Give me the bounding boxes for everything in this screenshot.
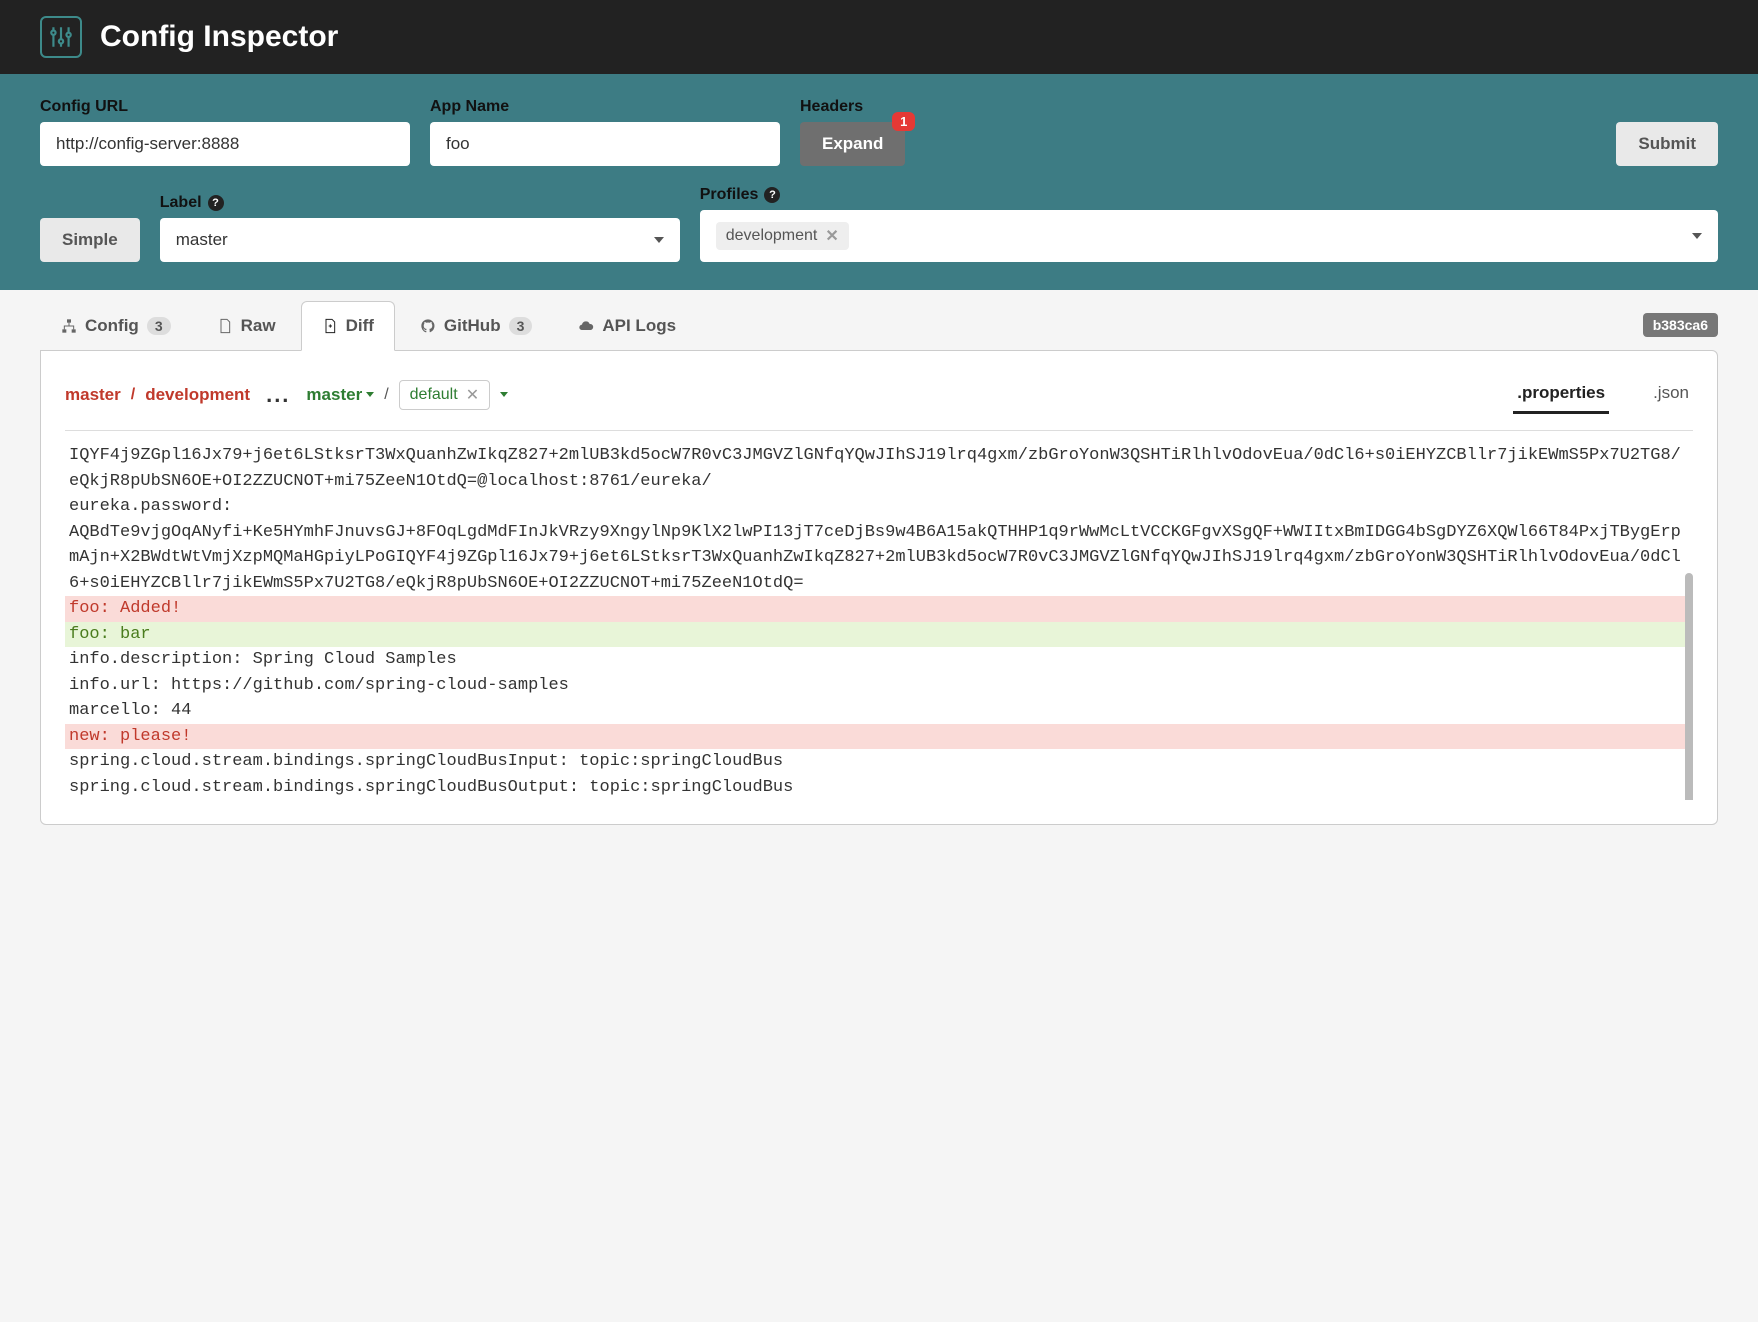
file-diff-icon bbox=[322, 318, 338, 334]
app-name-label: App Name bbox=[430, 98, 780, 116]
label-select[interactable]: master bbox=[160, 218, 680, 262]
submit-button[interactable]: Submit bbox=[1616, 122, 1718, 166]
right-label-dropdown[interactable]: master bbox=[306, 385, 374, 405]
tab-github[interactable]: GitHub 3 bbox=[399, 300, 553, 350]
format-tab-properties[interactable]: .properties bbox=[1513, 375, 1609, 414]
commit-badge[interactable]: b383ca6 bbox=[1643, 313, 1718, 337]
help-icon[interactable]: ? bbox=[208, 195, 224, 211]
app-header: Config Inspector bbox=[0, 0, 1758, 74]
tab-raw[interactable]: Raw bbox=[196, 300, 297, 350]
config-url-label: Config URL bbox=[40, 98, 410, 116]
headers-count-badge: 1 bbox=[892, 112, 915, 131]
headers-label: Headers bbox=[800, 98, 905, 116]
format-tab-json[interactable]: .json bbox=[1649, 375, 1693, 414]
diff-line: info.description: Spring Cloud Samples bbox=[65, 647, 1693, 673]
label-field-label: Label ? bbox=[160, 194, 680, 212]
diff-line: foo: bar bbox=[65, 622, 1693, 648]
diff-dots: ... bbox=[260, 382, 296, 408]
profiles-label: Profiles ? bbox=[700, 186, 1718, 204]
diff-line: AQBdTe9vjgOqANyfi+Ke5HYmhFJnuvsGJ+8FOqLg… bbox=[65, 520, 1693, 597]
slash-sep: / bbox=[131, 386, 135, 404]
sitemap-icon bbox=[61, 318, 77, 334]
form-bar: Config URL App Name Headers Expand 1 Sub… bbox=[0, 74, 1758, 290]
tab-diff[interactable]: Diff bbox=[301, 301, 395, 351]
remove-profile-icon[interactable]: ✕ bbox=[825, 226, 838, 246]
left-profile[interactable]: development bbox=[145, 385, 250, 405]
profiles-select[interactable]: development ✕ bbox=[700, 210, 1718, 262]
app-logo-icon bbox=[40, 16, 82, 58]
simple-button[interactable]: Simple bbox=[40, 218, 140, 262]
diff-line: eureka.password: bbox=[65, 494, 1693, 520]
diff-line: foo: Added! bbox=[65, 596, 1693, 622]
diff-line: spring.cloud.stream.bindings.springCloud… bbox=[65, 775, 1693, 801]
config-count-badge: 3 bbox=[147, 317, 171, 335]
github-icon bbox=[420, 318, 436, 334]
chevron-down-icon bbox=[654, 237, 664, 243]
github-count-badge: 3 bbox=[509, 317, 533, 335]
file-icon bbox=[217, 318, 233, 334]
diff-line: IQYF4j9ZGpl16Jx79+j6et6LStksrT3WxQuanhZw… bbox=[65, 443, 1693, 494]
diff-toolbar: master / development ... master / defaul… bbox=[65, 375, 1693, 431]
diff-line: spring.cloud.stream.bindings.springCloud… bbox=[65, 749, 1693, 775]
cloud-icon bbox=[578, 318, 594, 334]
headers-expand-button[interactable]: Expand bbox=[800, 122, 905, 166]
config-url-input[interactable] bbox=[40, 122, 410, 166]
chevron-down-icon bbox=[366, 392, 374, 397]
diff-body[interactable]: IQYF4j9ZGpl16Jx79+j6et6LStksrT3WxQuanhZw… bbox=[65, 443, 1693, 800]
tab-apilogs[interactable]: API Logs bbox=[557, 300, 697, 350]
right-profile-tag: default ✕ bbox=[399, 380, 490, 410]
diff-line: new: please! bbox=[65, 724, 1693, 750]
diff-line: marcello: 44 bbox=[65, 698, 1693, 724]
main-tabs: Config 3 Raw Diff GitHub 3 API Logs bbox=[40, 300, 697, 350]
diff-line: info.url: https://github.com/spring-clou… bbox=[65, 673, 1693, 699]
chevron-down-icon bbox=[1692, 233, 1702, 239]
help-icon[interactable]: ? bbox=[764, 187, 780, 203]
remove-right-profile-icon[interactable]: ✕ bbox=[466, 385, 479, 405]
chevron-down-icon[interactable] bbox=[500, 392, 508, 397]
profile-tag: development ✕ bbox=[716, 222, 849, 250]
scrollbar-thumb[interactable] bbox=[1685, 573, 1693, 800]
app-name-input[interactable] bbox=[430, 122, 780, 166]
app-title: Config Inspector bbox=[100, 20, 338, 54]
left-label[interactable]: master bbox=[65, 385, 121, 405]
diff-panel: master / development ... master / defaul… bbox=[40, 350, 1718, 825]
tab-config[interactable]: Config 3 bbox=[40, 300, 192, 350]
label-select-value: master bbox=[176, 230, 228, 250]
